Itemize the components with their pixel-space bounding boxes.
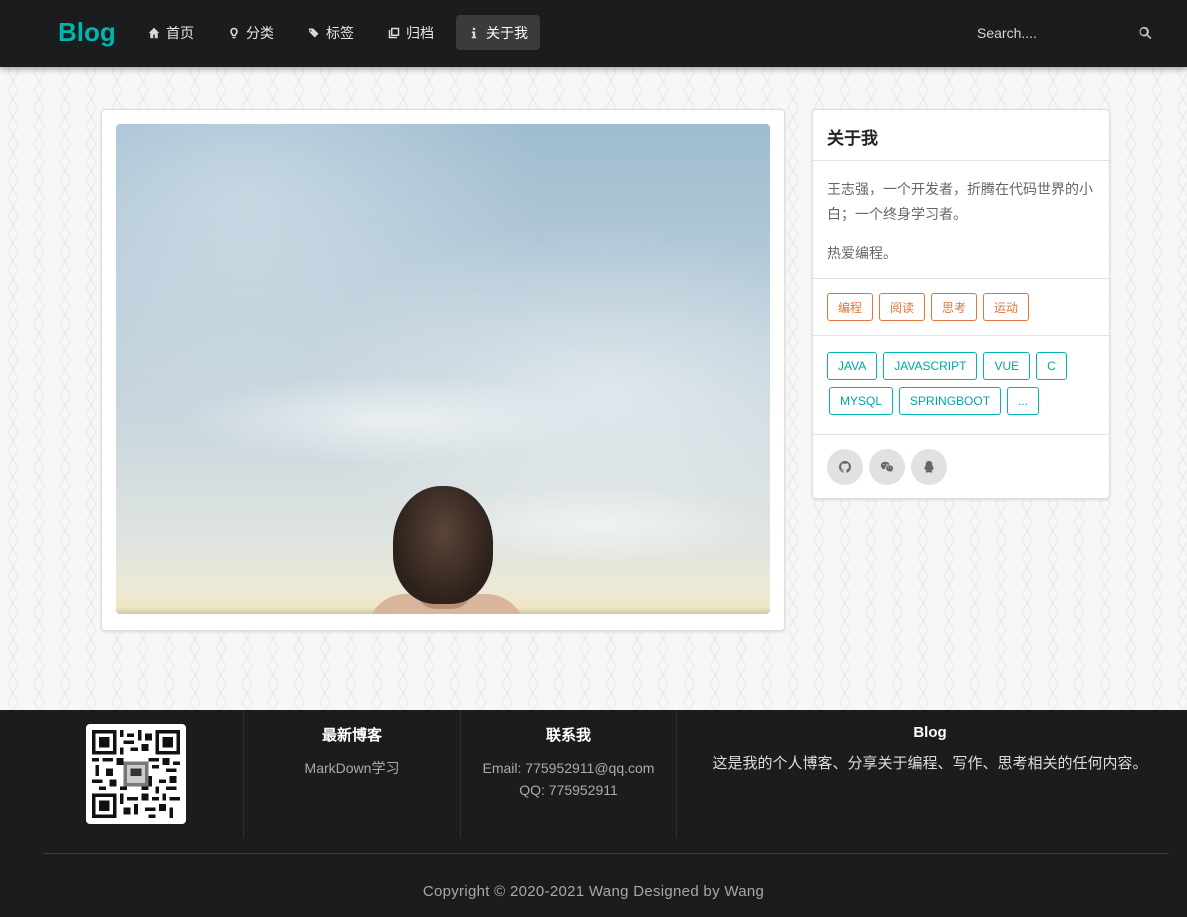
search-icon[interactable]: [1138, 26, 1152, 43]
footer-divider: [43, 853, 1169, 854]
nav-item-label: 分类: [246, 24, 274, 41]
nav-item-label: 归档: [406, 24, 434, 41]
wechat-qr-code: [86, 724, 186, 824]
about-intro: 王志强，一个开发者，折腾在代码世界的小白；一个终身学习者。: [827, 181, 1093, 222]
nav-item-label: 首页: [166, 24, 194, 41]
about-me-card: 关于我 王志强，一个开发者，折腾在代码世界的小白；一个终身学习者。 热爱编程。 …: [812, 109, 1110, 499]
qq-icon: [924, 460, 934, 473]
brand-logo[interactable]: Blog: [58, 17, 116, 48]
footer-qq: QQ: 775952911: [519, 782, 618, 798]
hobby-tag: 思考: [931, 293, 978, 321]
hobby-tag: 编程: [827, 293, 874, 321]
info-icon: [471, 27, 477, 38]
nav-item-tags[interactable]: 标签: [296, 15, 366, 50]
skill-tag: JAVASCRIPT: [883, 352, 978, 380]
nav-item-categories[interactable]: 分类: [216, 15, 286, 50]
nav-item-label: 标签: [326, 24, 354, 41]
footer-blog-desc: 这是我的个人博客、分享关于编程、写作、思考相关的任何内容。: [712, 755, 1148, 772]
hobby-tag: 运动: [983, 293, 1030, 321]
search-input[interactable]: [966, 24, 1126, 41]
footer-contact-title: 联系我: [545, 727, 591, 744]
hobby-tag: 阅读: [879, 293, 926, 321]
top-navbar: Blog 首页 分类 标签 归档 关于我: [0, 0, 1187, 67]
qq-button[interactable]: [911, 449, 947, 485]
github-button[interactable]: [827, 449, 863, 485]
footer-copyright: Copyright © 2020-2021 Wang Designed by W…: [422, 883, 765, 900]
skill-tags: JAVA JAVASCRIPT VUE C MYSQL SPRINGBOOT .…: [813, 336, 1109, 435]
skill-tag: SPRINGBOOT: [899, 387, 1002, 415]
skill-tag: VUE: [983, 352, 1031, 380]
wechat-button[interactable]: [869, 449, 905, 485]
nav-item-home[interactable]: 首页: [136, 15, 206, 50]
about-photo-card: [101, 109, 785, 631]
footer-email: Email: 775952911@qq.com: [482, 760, 655, 776]
skill-tag: C: [1036, 352, 1067, 380]
idea-icon: [230, 27, 238, 38]
hobby-tags: 编程 阅读 思考 运动: [813, 279, 1109, 336]
nav-item-archives[interactable]: 归档: [376, 15, 446, 50]
footer-contact: 联系我 Email: 775952911@qq.com QQ: 77595291…: [460, 710, 676, 838]
skill-tag: JAVA: [827, 352, 878, 380]
about-love: 热爱编程。: [827, 245, 897, 261]
nav-menu: 首页 分类 标签 归档 关于我: [136, 15, 550, 50]
search-box: [966, 15, 1166, 50]
nav-item-label: 关于我: [486, 24, 528, 41]
about-description: 王志强，一个开发者，折腾在代码世界的小白；一个终身学习者。 热爱编程。: [813, 161, 1109, 279]
about-title: 关于我: [813, 110, 1109, 161]
profile-photo: [116, 124, 770, 614]
footer-latest-link[interactable]: MarkDown学习: [244, 757, 460, 779]
footer-blog-info: Blog 这是我的个人博客、分享关于编程、写作、思考相关的任何内容。: [676, 710, 1183, 838]
skill-tag-more[interactable]: ...: [1007, 387, 1040, 415]
tags-icon: [308, 28, 319, 37]
home-icon: [148, 27, 160, 38]
skill-tag: MYSQL: [829, 387, 894, 415]
social-links: [813, 435, 1109, 499]
site-footer: 最新博客 MarkDown学习 联系我 Email: 775952911@qq.…: [0, 710, 1187, 917]
footer-blog-title: Blog: [913, 724, 947, 741]
footer-latest-blogs: 最新博客 MarkDown学习: [243, 710, 460, 838]
footer-latest-title: 最新博客: [321, 727, 382, 744]
nav-item-about[interactable]: 关于我: [456, 15, 540, 50]
wechat-icon: [880, 461, 894, 472]
clone-icon: [388, 27, 400, 38]
github-icon: [838, 460, 852, 473]
